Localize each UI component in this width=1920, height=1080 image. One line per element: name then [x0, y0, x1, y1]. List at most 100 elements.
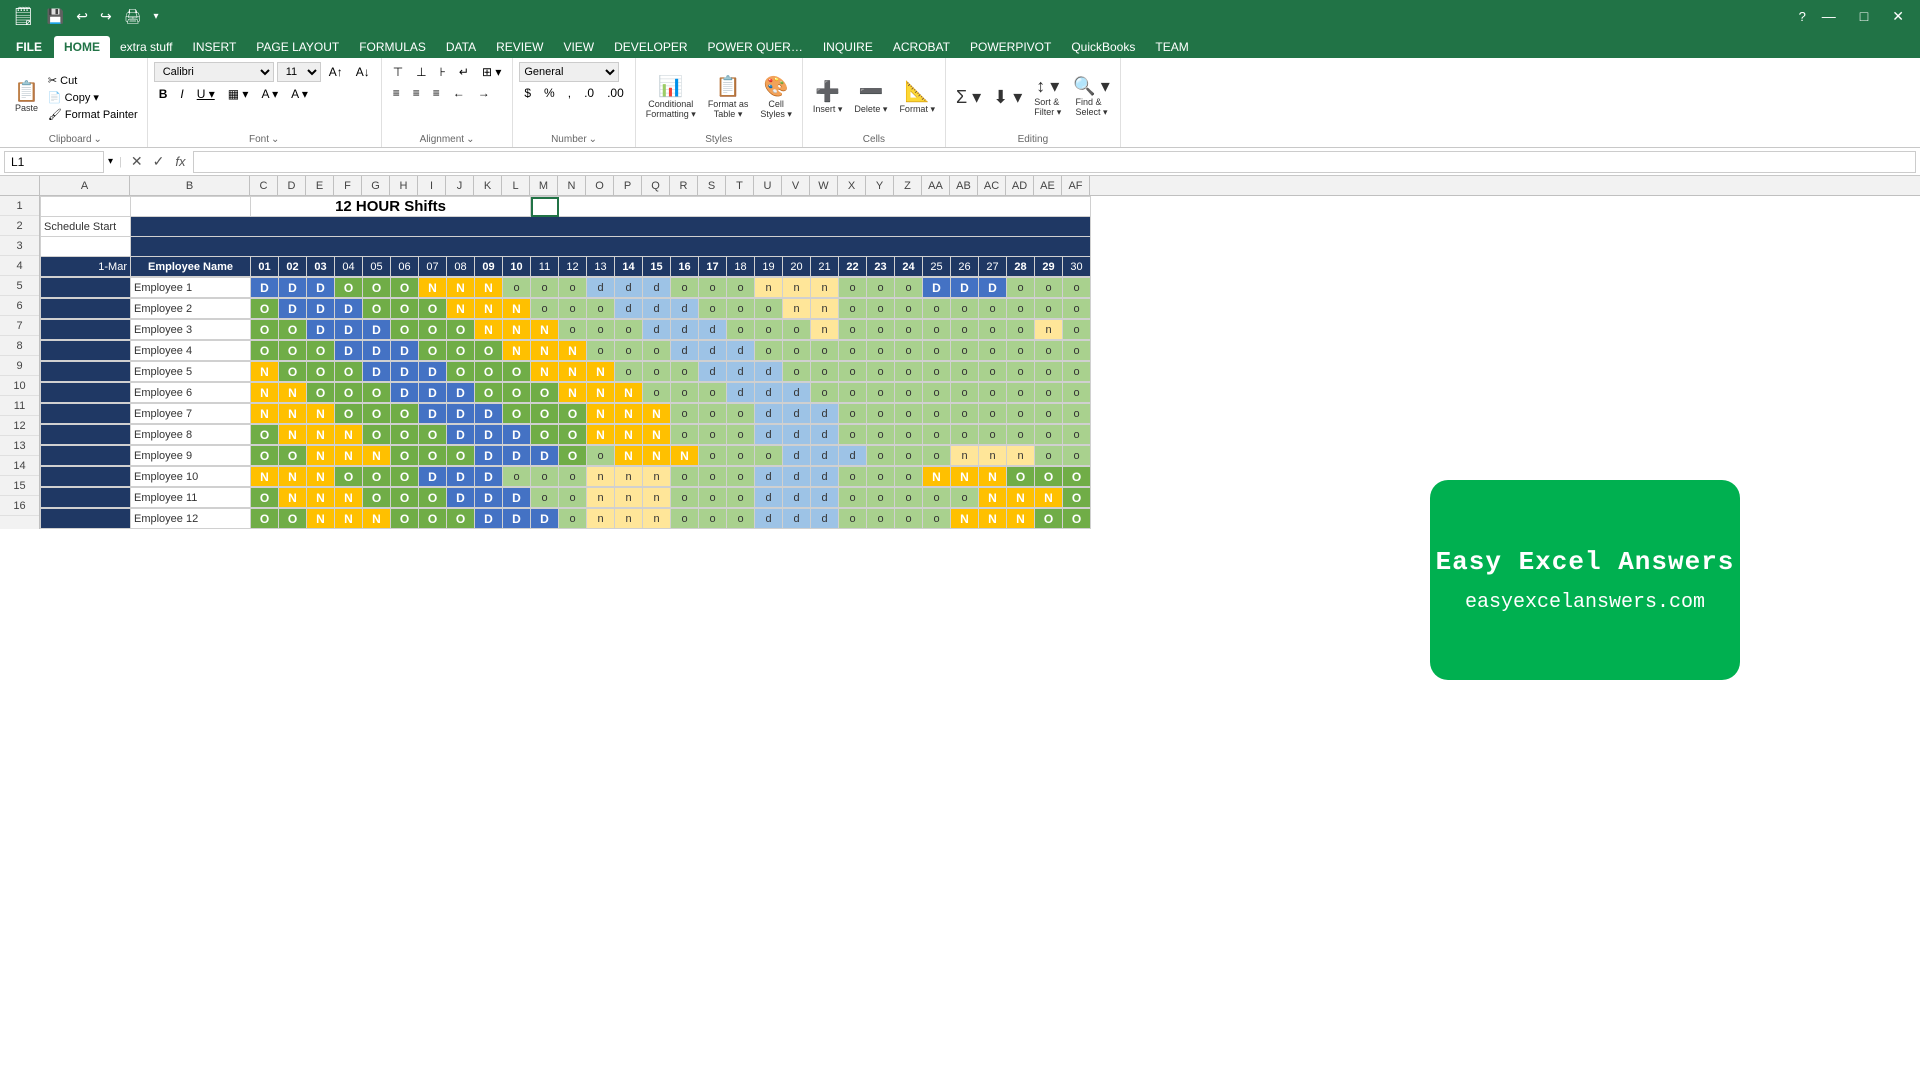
cell-shift-r15-c3[interactable]: N [307, 488, 335, 508]
cell-shift-r5-c23[interactable]: o [867, 278, 895, 298]
cell-shift-r10-c8[interactable]: D [447, 383, 475, 403]
cell-shift-r10-c26[interactable]: o [951, 383, 979, 403]
col-header-x[interactable]: X [838, 176, 866, 195]
cell-shift-r12-c4[interactable]: N [335, 425, 363, 445]
tab-file[interactable]: FILE [4, 36, 54, 58]
col-header-g[interactable]: G [362, 176, 390, 195]
cell-shift-r13-c23[interactable]: o [867, 446, 895, 466]
cell-shift-r5-c5[interactable]: O [363, 278, 391, 298]
cell-12[interactable]: 12 [559, 257, 587, 277]
help-icon[interactable]: ? [1799, 9, 1806, 24]
cell-shift-r8-c27[interactable]: o [979, 341, 1007, 361]
tab-insert[interactable]: INSERT [182, 36, 246, 58]
cell-shift-r11-c2[interactable]: N [279, 404, 307, 424]
cell-shift-r15-c6[interactable]: O [391, 488, 419, 508]
cell-shift-r14-c7[interactable]: D [419, 467, 447, 487]
cell-01[interactable]: 01 [251, 257, 279, 277]
delete-btn[interactable]: ➖ Delete ▾ [850, 77, 891, 117]
cell-shift-r5-c11[interactable]: o [531, 278, 559, 298]
cell-shift-r13-c2[interactable]: O [279, 446, 307, 466]
cell-shift-r10-c7[interactable]: D [419, 383, 447, 403]
cell-shift-r6-c4[interactable]: D [335, 299, 363, 319]
cell-shift-r6-c23[interactable]: o [867, 299, 895, 319]
cell-shift-r14-c24[interactable]: o [895, 467, 923, 487]
cell-shift-r14-c13[interactable]: n [587, 467, 615, 487]
cell-shift-r12-c12[interactable]: O [559, 425, 587, 445]
redo-qat[interactable]: ↪ [96, 6, 116, 27]
tab-home[interactable]: HOME [54, 36, 110, 58]
row-num-11[interactable]: 11 [0, 396, 39, 416]
cell-shift-r13-c10[interactable]: D [503, 446, 531, 466]
cell-shift-r11-c16[interactable]: o [671, 404, 699, 424]
row-num-8[interactable]: 8 [0, 336, 39, 356]
cell-shift-r11-c14[interactable]: N [615, 404, 643, 424]
cell-shift-r10-c12[interactable]: N [559, 383, 587, 403]
cell-shift-r14-c8[interactable]: D [447, 467, 475, 487]
cell-shift-r11-c13[interactable]: N [587, 404, 615, 424]
copy-btn[interactable]: 📄 Copy ▾ [45, 90, 141, 105]
cell-shift-r7-c2[interactable]: O [279, 320, 307, 340]
cell-b2-header-bg[interactable] [131, 217, 1091, 237]
cell-shift-r6-c22[interactable]: o [839, 299, 867, 319]
cell-shift-r11-c26[interactable]: o [951, 404, 979, 424]
cell-shift-r10-c20[interactable]: d [783, 383, 811, 403]
cell-shift-r12-c26[interactable]: o [951, 425, 979, 445]
col-header-s[interactable]: S [698, 176, 726, 195]
cell-name-10[interactable]: Employee 6 [131, 383, 251, 403]
cell-shift-r6-c18[interactable]: o [727, 299, 755, 319]
cell-shift-r14-c16[interactable]: o [671, 467, 699, 487]
cell-shift-r9-c15[interactable]: o [643, 362, 671, 382]
cell-shift-r13-c12[interactable]: O [559, 446, 587, 466]
col-header-u[interactable]: U [754, 176, 782, 195]
cell-shift-r5-c19[interactable]: n [755, 278, 783, 298]
fill-btn[interactable]: ⬇ ▾ [989, 85, 1026, 110]
cell-shift-r13-c17[interactable]: o [699, 446, 727, 466]
tab-page-layout[interactable]: PAGE LAYOUT [246, 36, 349, 58]
cell-a9[interactable] [41, 362, 131, 382]
col-header-o[interactable]: O [586, 176, 614, 195]
cell-shift-r9-c22[interactable]: o [839, 362, 867, 382]
cell-shift-r11-c22[interactable]: o [839, 404, 867, 424]
cell-05[interactable]: 05 [363, 257, 391, 277]
cell-name-11[interactable]: Employee 7 [131, 404, 251, 424]
cell-shift-r15-c10[interactable]: D [503, 488, 531, 508]
cell-b1[interactable] [131, 197, 251, 217]
cell-shift-r13-c19[interactable]: o [755, 446, 783, 466]
cell-shift-r10-c10[interactable]: O [503, 383, 531, 403]
cell-shift-r13-c1[interactable]: O [251, 446, 279, 466]
cell-shift-r9-c30[interactable]: o [1063, 362, 1091, 382]
cell-a11[interactable] [41, 404, 131, 424]
cell-shift-r13-c25[interactable]: o [923, 446, 951, 466]
cell-shift-r15-c18[interactable]: o [727, 488, 755, 508]
cell-shift-r16-c20[interactable]: d [783, 509, 811, 529]
cell-shift-r9-c27[interactable]: o [979, 362, 1007, 382]
cell-shift-r16-c13[interactable]: n [587, 509, 615, 529]
cell-shift-r13-c14[interactable]: N [615, 446, 643, 466]
cell-a8[interactable] [41, 341, 131, 361]
cell-shift-r13-c11[interactable]: D [531, 446, 559, 466]
cell-name-14[interactable]: Employee 10 [131, 467, 251, 487]
cell-name-12[interactable]: Employee 8 [131, 425, 251, 445]
cell-shift-r12-c18[interactable]: o [727, 425, 755, 445]
cell-shift-r11-c19[interactable]: d [755, 404, 783, 424]
cell-shift-r13-c30[interactable]: o [1063, 446, 1091, 466]
cell-shift-r5-c21[interactable]: n [811, 278, 839, 298]
cell-30[interactable]: 30 [1063, 257, 1091, 277]
cell-shift-r5-c15[interactable]: d [643, 278, 671, 298]
col-header-l[interactable]: L [502, 176, 530, 195]
cell-a5[interactable] [41, 278, 131, 298]
cell-shift-r15-c26[interactable]: o [951, 488, 979, 508]
cell-shift-r9-c5[interactable]: D [363, 362, 391, 382]
cell-shift-r11-c29[interactable]: o [1035, 404, 1063, 424]
font-expand[interactable]: ⌄ [271, 134, 279, 145]
cell-shift-r14-c28[interactable]: O [1007, 467, 1035, 487]
cell-shift-r6-c28[interactable]: o [1007, 299, 1035, 319]
cell-shift-r7-c22[interactable]: o [839, 320, 867, 340]
cell-shift-r9-c21[interactable]: o [811, 362, 839, 382]
cell-shift-r10-c21[interactable]: o [811, 383, 839, 403]
sort-filter-btn[interactable]: ↕ ▾ Sort &Filter ▾ [1030, 74, 1065, 120]
cell-shift-r10-c6[interactable]: D [391, 383, 419, 403]
cell-shift-r5-c3[interactable]: D [307, 278, 335, 298]
cell-28[interactable]: 28 [1007, 257, 1035, 277]
col-header-r[interactable]: R [670, 176, 698, 195]
